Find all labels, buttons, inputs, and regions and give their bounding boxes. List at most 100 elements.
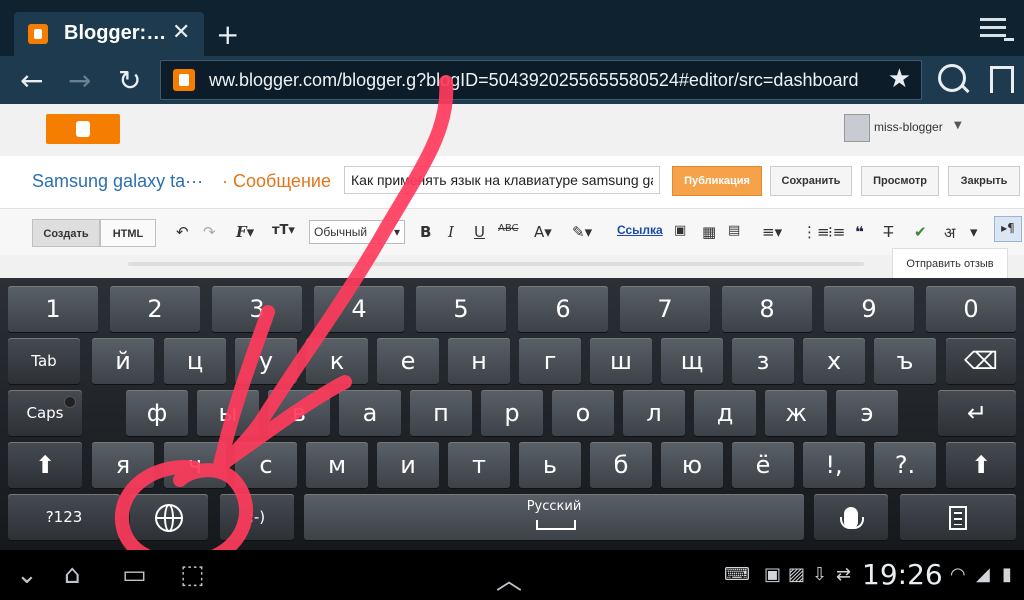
tab-key[interactable]: Tab xyxy=(8,338,80,384)
search-icon[interactable] xyxy=(938,64,966,92)
quote-icon[interactable]: ❝ xyxy=(855,223,864,241)
url-text[interactable]: ww.blogger.com/blogger.g?blogID=50439202… xyxy=(209,70,859,91)
key-letter[interactable]: с xyxy=(235,442,297,488)
key-letter[interactable]: в xyxy=(268,390,330,436)
key-letter[interactable]: к xyxy=(306,338,368,384)
numbered-list-icon[interactable]: ⋮≡ xyxy=(802,223,830,241)
key-letter[interactable]: м xyxy=(306,442,368,488)
back-icon[interactable]: ← xyxy=(20,64,43,97)
font-size-icon[interactable]: тТ▾ xyxy=(272,223,295,238)
preview-button[interactable]: Просмотр xyxy=(861,166,939,196)
recent-apps-icon[interactable]: ▭ xyxy=(122,560,147,590)
key-8[interactable]: 8 xyxy=(722,286,812,332)
italic-icon[interactable]: I xyxy=(448,223,454,241)
key-letter[interactable]: и xyxy=(377,442,439,488)
backspace-key[interactable]: ⌫ xyxy=(946,338,1016,384)
shift-key-left[interactable]: ⬆ xyxy=(8,442,82,488)
compose-mode-button[interactable]: Создать xyxy=(32,219,100,247)
redo-icon[interactable]: ↷ xyxy=(203,223,216,241)
language-key[interactable] xyxy=(130,494,208,540)
video-icon[interactable]: ▦ xyxy=(702,223,716,241)
key-letter[interactable]: л xyxy=(623,390,685,436)
key-letter[interactable]: ц xyxy=(164,338,226,384)
key-letter[interactable]: д xyxy=(694,390,756,436)
screenshot-icon[interactable]: ⬚ xyxy=(180,560,205,590)
html-mode-button[interactable]: HTML xyxy=(100,219,156,247)
publish-button[interactable]: Публикация xyxy=(672,166,762,196)
space-key[interactable]: Русский xyxy=(304,494,804,540)
forward-icon[interactable]: → xyxy=(68,64,91,97)
font-icon[interactable]: F▾ xyxy=(236,223,254,241)
key-letter[interactable]: б xyxy=(590,442,652,488)
key-letter[interactable]: р xyxy=(481,390,543,436)
voice-input-key[interactable] xyxy=(814,494,888,540)
text-direction-icon[interactable]: ▸¶ xyxy=(994,216,1022,242)
key-letter[interactable]: ъ xyxy=(874,338,936,384)
key-letter[interactable]: а xyxy=(339,390,401,436)
bullet-list-icon[interactable]: ⁝≡ xyxy=(828,223,845,241)
scrollbar[interactable] xyxy=(128,262,864,266)
blog-title[interactable]: Samsung galaxy ta··· xyxy=(32,171,203,192)
key-6[interactable]: 6 xyxy=(518,286,608,332)
key-letter[interactable]: п xyxy=(410,390,472,436)
menu-icon[interactable] xyxy=(980,18,1014,41)
key-letter[interactable]: ж xyxy=(765,390,827,436)
key-letter[interactable]: н xyxy=(448,338,510,384)
shift-key-right[interactable]: ⬆ xyxy=(946,442,1016,488)
spellcheck-icon[interactable]: ✔ xyxy=(914,223,927,241)
exclaim-comma-key[interactable]: !, xyxy=(803,442,865,488)
input-tools-icon[interactable]: अ xyxy=(944,223,955,243)
hide-keyboard-icon[interactable]: ⌄ xyxy=(16,560,38,590)
undo-icon[interactable]: ↶ xyxy=(176,223,189,241)
key-4[interactable]: 4 xyxy=(314,286,404,332)
clear-format-icon[interactable]: T̶ xyxy=(884,223,893,241)
key-letter[interactable]: й xyxy=(92,338,154,384)
caps-key[interactable]: Caps xyxy=(8,390,82,436)
clipboard-key[interactable] xyxy=(900,494,1016,540)
underline-icon[interactable]: U xyxy=(474,223,485,241)
url-bar[interactable]: ww.blogger.com/blogger.g?blogID=50439202… xyxy=(160,60,922,100)
post-title-input[interactable] xyxy=(344,166,660,194)
close-button[interactable]: Закрыть xyxy=(948,166,1020,196)
star-icon[interactable]: ★ xyxy=(888,64,911,94)
key-letter[interactable]: ь xyxy=(519,442,581,488)
align-icon[interactable]: ≡▾ xyxy=(762,223,782,241)
format-select[interactable]: Обычный xyxy=(309,220,405,244)
key-letter[interactable]: о xyxy=(552,390,614,436)
strikethrough-icon[interactable]: ABC xyxy=(498,223,519,234)
key-letter[interactable]: у xyxy=(235,338,297,384)
new-tab-button[interactable]: + xyxy=(216,18,239,51)
jump-break-icon[interactable]: ▤ xyxy=(728,223,740,238)
key-letter[interactable]: ч xyxy=(164,442,226,488)
image-icon[interactable]: ▣ xyxy=(674,223,686,238)
key-letter[interactable]: з xyxy=(732,338,794,384)
key-5[interactable]: 5 xyxy=(416,286,506,332)
home-icon[interactable]: ⌂ xyxy=(64,560,81,590)
browser-tab[interactable]: Blogger:… ✕ xyxy=(14,12,204,56)
username[interactable]: miss-blogger xyxy=(874,120,943,134)
key-letter[interactable]: е xyxy=(377,338,439,384)
bold-icon[interactable]: B xyxy=(420,223,431,241)
key-letter[interactable]: ф xyxy=(126,390,188,436)
key-letter[interactable]: э xyxy=(836,390,898,436)
key-letter[interactable]: ё xyxy=(732,442,794,488)
key-letter[interactable]: х xyxy=(803,338,865,384)
key-9[interactable]: 9 xyxy=(824,286,914,332)
bookmark-icon[interactable] xyxy=(990,66,1014,93)
question-period-key[interactable]: ?. xyxy=(874,442,936,488)
reload-icon[interactable]: ↻ xyxy=(118,64,141,97)
key-letter[interactable]: т xyxy=(448,442,510,488)
chevron-down-icon[interactable]: ▼ xyxy=(954,120,962,131)
key-letter[interactable]: ы xyxy=(197,390,259,436)
key-letter[interactable]: я xyxy=(92,442,154,488)
key-7[interactable]: 7 xyxy=(620,286,710,332)
smiley-key[interactable]: :-) xyxy=(220,494,294,540)
enter-key[interactable]: ↵ xyxy=(938,390,1016,436)
avatar[interactable] xyxy=(844,114,870,142)
symbols-key[interactable]: ?123 xyxy=(8,494,120,540)
feedback-button[interactable]: Отправить отзыв xyxy=(892,248,1008,280)
key-letter[interactable]: щ xyxy=(661,338,723,384)
key-3[interactable]: 3 xyxy=(212,286,302,332)
key-letter[interactable]: г xyxy=(519,338,581,384)
key-0[interactable]: 0 xyxy=(926,286,1016,332)
